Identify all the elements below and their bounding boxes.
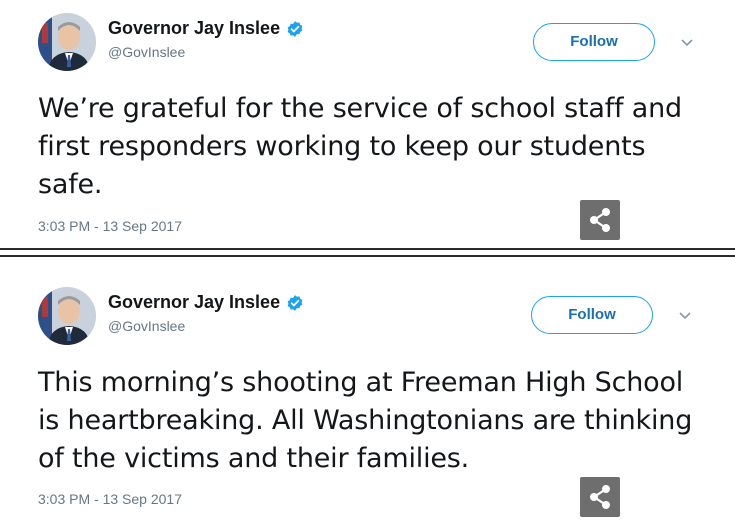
screenshot-collage: Governor Jay Inslee @GovInslee Follow We… [0, 0, 735, 525]
author-block: Governor Jay Inslee @GovInslee [108, 292, 304, 334]
chevron-down-icon[interactable] [680, 38, 694, 48]
author-block: Governor Jay Inslee @GovInslee [108, 18, 304, 60]
tweet-card: Governor Jay Inslee @GovInslee Follow Th… [0, 258, 735, 525]
follow-button[interactable]: Follow [531, 296, 653, 334]
tweet-text: This morning’s shooting at Freeman High … [38, 367, 693, 474]
follow-button[interactable]: Follow [533, 23, 655, 61]
user-handle[interactable]: @GovInslee [108, 44, 304, 60]
display-name-row[interactable]: Governor Jay Inslee [108, 18, 304, 39]
avatar[interactable] [38, 13, 96, 71]
share-icon [590, 485, 610, 509]
tweet-timestamp[interactable]: 3:03 PM - 13 Sep 2017 [38, 491, 182, 507]
chevron-down-icon[interactable] [678, 311, 692, 321]
display-name-row[interactable]: Governor Jay Inslee [108, 292, 304, 313]
share-button[interactable] [580, 477, 620, 517]
divider-line [0, 255, 735, 257]
avatar[interactable] [38, 287, 96, 345]
tweet-card: Governor Jay Inslee @GovInslee Follow We… [0, 0, 735, 248]
share-button[interactable] [580, 200, 620, 240]
verified-badge-icon [286, 20, 304, 38]
tweet-text: We’re grateful for the service of school… [38, 93, 682, 200]
divider-line [0, 248, 735, 250]
display-name[interactable]: Governor Jay Inslee [108, 18, 280, 39]
display-name[interactable]: Governor Jay Inslee [108, 292, 280, 313]
avatar-portrait-icon [38, 13, 96, 71]
avatar-portrait-icon [38, 287, 96, 345]
user-handle[interactable]: @GovInslee [108, 318, 304, 334]
verified-badge-icon [286, 294, 304, 312]
tweet-timestamp[interactable]: 3:03 PM - 13 Sep 2017 [38, 218, 182, 234]
share-icon [590, 208, 610, 232]
